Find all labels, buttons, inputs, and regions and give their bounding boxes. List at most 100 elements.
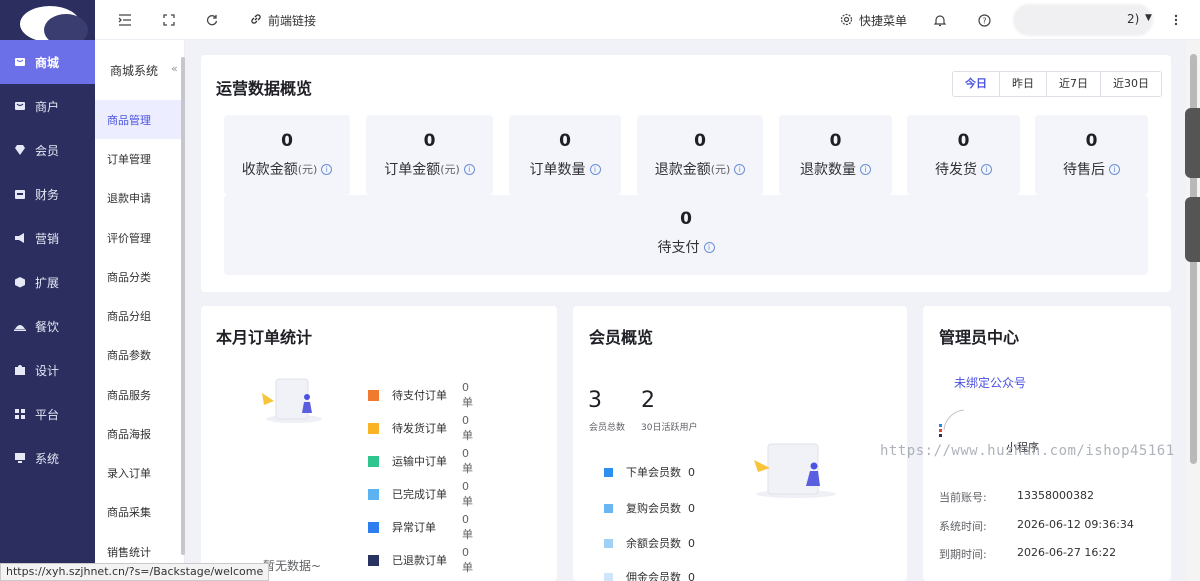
tab-7days[interactable]: 近7日 (1047, 72, 1101, 96)
sidebar-item-extension[interactable]: 扩展 (0, 260, 95, 304)
info-icon[interactable]: i (589, 163, 601, 175)
legend-count: 0单 (462, 413, 473, 442)
sidebar-item-label: 设计 (35, 363, 60, 378)
tab-today[interactable]: 今日 (953, 72, 1000, 96)
help-icon[interactable]: ? (976, 12, 992, 28)
sidebar-item-label: 营销 (35, 231, 60, 246)
submenu-item[interactable]: 商品分类 (95, 257, 181, 296)
stat-card: 0 退款数量 i (779, 115, 892, 195)
info-icon[interactable]: i (703, 241, 715, 253)
account-value: 13358000382 (1017, 489, 1094, 502)
member-active-label: 30日活跃用户 (641, 423, 698, 433)
sidebar-item-marketing[interactable]: 营销 (0, 216, 95, 260)
legend-swatch (604, 572, 613, 581)
fullscreen-icon[interactable] (161, 12, 177, 28)
user-name[interactable]: 2) (1127, 12, 1139, 26)
tab-yesterday[interactable]: 昨日 (1000, 72, 1047, 96)
submenu-item[interactable]: 退款申请 (95, 178, 181, 217)
stat-label: 退款金额 (654, 162, 711, 178)
legend-swatch (604, 503, 613, 513)
submenu-scrollbar[interactable] (181, 57, 185, 555)
chevron-down-icon[interactable]: ▼ (1145, 13, 1152, 23)
legend-label: 已退款订单 (392, 554, 447, 567)
bell-icon[interactable] (932, 12, 948, 28)
sidebar-item-label: 系统 (35, 451, 60, 466)
sidebar-item-dining[interactable]: 餐饮 (0, 304, 95, 348)
legend-label: 运输中订单 (392, 455, 447, 468)
menu-fold-icon[interactable] (117, 12, 133, 28)
more-vertical-icon[interactable] (1168, 12, 1184, 28)
info-icon[interactable]: i (981, 163, 992, 175)
legend-item: 待支付订单 0单 (368, 381, 473, 409)
legend-swatch (368, 389, 379, 401)
stat-card: 0 退款金额 (元) i (637, 115, 763, 195)
sidebar-item-design[interactable]: 设计 (0, 348, 95, 392)
link-icon (250, 13, 262, 28)
frontend-link[interactable]: 前端链接 (250, 12, 316, 29)
stat-unit: (元) (440, 163, 460, 176)
submenu-item[interactable]: 商品分组 (95, 296, 181, 335)
info-icon[interactable]: i (463, 163, 475, 175)
tab-30days[interactable]: 近30日 (1101, 72, 1161, 96)
legend-label: 下单会员数 (626, 466, 681, 479)
legend-count: 0 (688, 536, 695, 550)
legend-swatch (604, 538, 613, 548)
submenu-item[interactable]: 商品服务 (95, 375, 181, 414)
info-icon[interactable]: i (860, 163, 871, 175)
legend-count: 0 (688, 501, 695, 515)
sidebar-item-platform[interactable]: 平台 (0, 392, 95, 436)
bind-official-account-link[interactable]: 未绑定公众号 (954, 374, 1026, 391)
legend-label: 已完成订单 (392, 488, 447, 501)
stat-label: 订单数量 (529, 162, 586, 178)
refresh-icon[interactable] (204, 12, 220, 28)
legend-swatch (368, 455, 379, 467)
info-icon[interactable]: i (734, 163, 746, 175)
stat-value: 0 (694, 131, 706, 151)
sidebar-item-member[interactable]: 会员 (0, 128, 95, 172)
submenu-item[interactable]: 订单管理 (95, 139, 181, 178)
legend-count: 0单 (462, 446, 473, 475)
legend-swatch (368, 488, 379, 500)
legend-item: 待发货订单 0单 (368, 414, 473, 442)
stat-value: 0 (281, 131, 293, 151)
sidebar-item-shop[interactable]: 商城 (0, 40, 95, 84)
members-title: 会员概览 (589, 328, 654, 347)
legend-label: 待支付订单 (392, 389, 447, 402)
sidebar-item-merchant[interactable]: 商户 (0, 84, 95, 128)
member-total-label: 会员总数 (589, 423, 626, 433)
member-illustration (740, 440, 840, 500)
legend-item: 下单会员数 0 (604, 464, 695, 480)
submenu-item[interactable]: 商品采集 (95, 492, 181, 531)
empty-state-text: 暂无数据~ (263, 559, 322, 573)
date-range-tabs: 今日 昨日 近7日 近30日 (952, 71, 1162, 97)
quick-menu-button[interactable]: 快捷菜单 (840, 12, 907, 29)
top-header: 前端链接 快捷菜单 ? 2) ▼ (95, 0, 1200, 40)
legend-swatch (368, 422, 379, 434)
legend-label: 佣金会员数 (626, 571, 681, 581)
submenu-item[interactable]: 商品管理 (95, 100, 181, 139)
info-icon[interactable]: i (321, 163, 333, 175)
submenu-item[interactable]: 商品参数 (95, 335, 181, 374)
submenu-item[interactable]: 商品海报 (95, 414, 181, 453)
primary-sidebar: 商城 商户 会员 财务 营销 扩展 餐饮 设计 平台 系统 (0, 0, 95, 581)
stat-value: 0 (423, 131, 436, 151)
stat-unit: (元) (710, 163, 731, 176)
system-time-value: 2026-06-12 09:36:34 (1017, 518, 1134, 531)
megaphone-icon (14, 232, 26, 244)
info-icon[interactable]: i (1109, 163, 1120, 175)
legend-item: 异常订单 0单 (368, 513, 473, 541)
legend-swatch (604, 467, 613, 477)
monitor-icon (14, 452, 26, 464)
sidebar-item-finance[interactable]: 财务 (0, 172, 95, 216)
legend-item: 已完成订单 0单 (368, 480, 473, 508)
member-active-value: 2 (641, 388, 655, 413)
collapse-icon[interactable]: « (171, 62, 178, 75)
puzzle-icon (14, 364, 26, 376)
side-handle[interactable] (1185, 197, 1200, 262)
submenu-item[interactable]: 录入订单 (95, 453, 181, 492)
sidebar-item-system[interactable]: 系统 (0, 436, 95, 480)
sidebar-item-label: 会员 (35, 143, 60, 158)
side-handle[interactable] (1185, 108, 1200, 178)
submenu-item[interactable]: 评价管理 (95, 218, 181, 257)
overview-title: 运营数据概览 (216, 79, 313, 98)
